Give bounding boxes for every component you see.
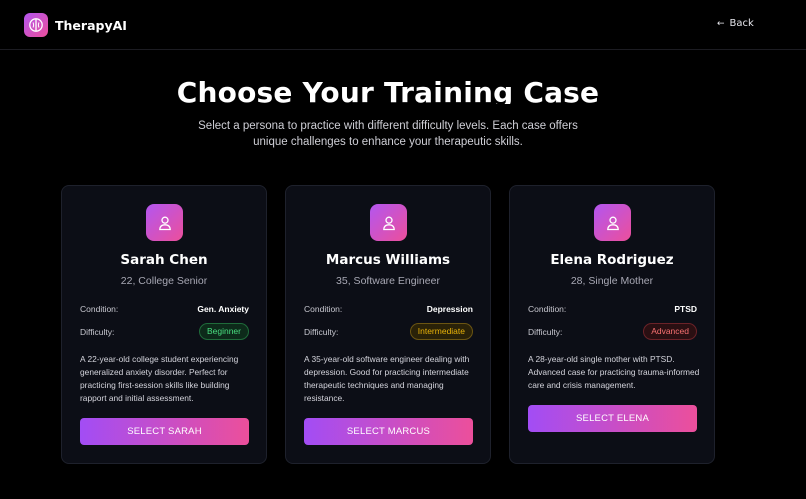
condition-label: Condition: xyxy=(80,304,119,314)
select-sarah-button[interactable]: SELECT SARAH xyxy=(80,418,249,445)
difficulty-label: Difficulty: xyxy=(528,327,563,337)
difficulty-badge: Advanced xyxy=(643,323,697,340)
difficulty-badge: Intermediate xyxy=(409,323,473,340)
arrow-left-icon: ← xyxy=(717,18,725,29)
condition-value: Depression xyxy=(426,304,473,314)
back-label: Back xyxy=(729,18,754,29)
case-meta: 35, Software Engineer xyxy=(336,275,440,287)
brain-icon xyxy=(24,13,48,37)
case-description: A 22-year-old college student experienci… xyxy=(80,354,239,403)
condition-value: PTSD xyxy=(674,304,697,314)
condition-value: Gen. Anxiety xyxy=(197,304,249,314)
case-card-sarah: Sarah Chen 22, College Senior Condition:… xyxy=(61,185,267,464)
select-marcus-button[interactable]: SELECT MARCUS xyxy=(304,418,473,445)
top-navbar: TherapyAI ← Back xyxy=(0,0,806,50)
difficulty-label: Difficulty: xyxy=(304,327,339,337)
page-title: Choose Your Training Case xyxy=(176,76,600,104)
condition-label: Condition: xyxy=(304,304,343,314)
user-icon xyxy=(594,204,631,241)
case-description: A 35-year-old software engineer dealing … xyxy=(304,354,470,403)
difficulty-label: Difficulty: xyxy=(80,327,115,337)
user-icon xyxy=(370,204,407,241)
condition-label: Condition: xyxy=(528,304,567,314)
case-meta: 28, Single Mother xyxy=(570,275,654,287)
difficulty-badge: Beginner xyxy=(198,323,249,340)
brand[interactable]: TherapyAI xyxy=(24,13,127,37)
page-subtitle: Select a persona to practice with differ… xyxy=(198,120,578,148)
case-name: Sarah Chen xyxy=(120,252,208,268)
case-description: A 28-year-old single mother with PTSD. A… xyxy=(528,354,700,390)
back-button[interactable]: ← Back xyxy=(717,18,754,29)
select-elena-button[interactable]: SELECT ELENA xyxy=(528,405,697,432)
case-card-marcus: Marcus Williams 35, Software Engineer Co… xyxy=(285,185,491,464)
case-card-elena: Elena Rodriguez 28, Single Mother Condit… xyxy=(509,185,715,464)
case-name: Elena Rodriguez xyxy=(550,252,674,268)
case-meta: 22, College Senior xyxy=(120,275,208,287)
case-name: Marcus Williams xyxy=(325,252,451,268)
app-name: TherapyAI xyxy=(55,17,127,33)
user-icon xyxy=(146,204,183,241)
